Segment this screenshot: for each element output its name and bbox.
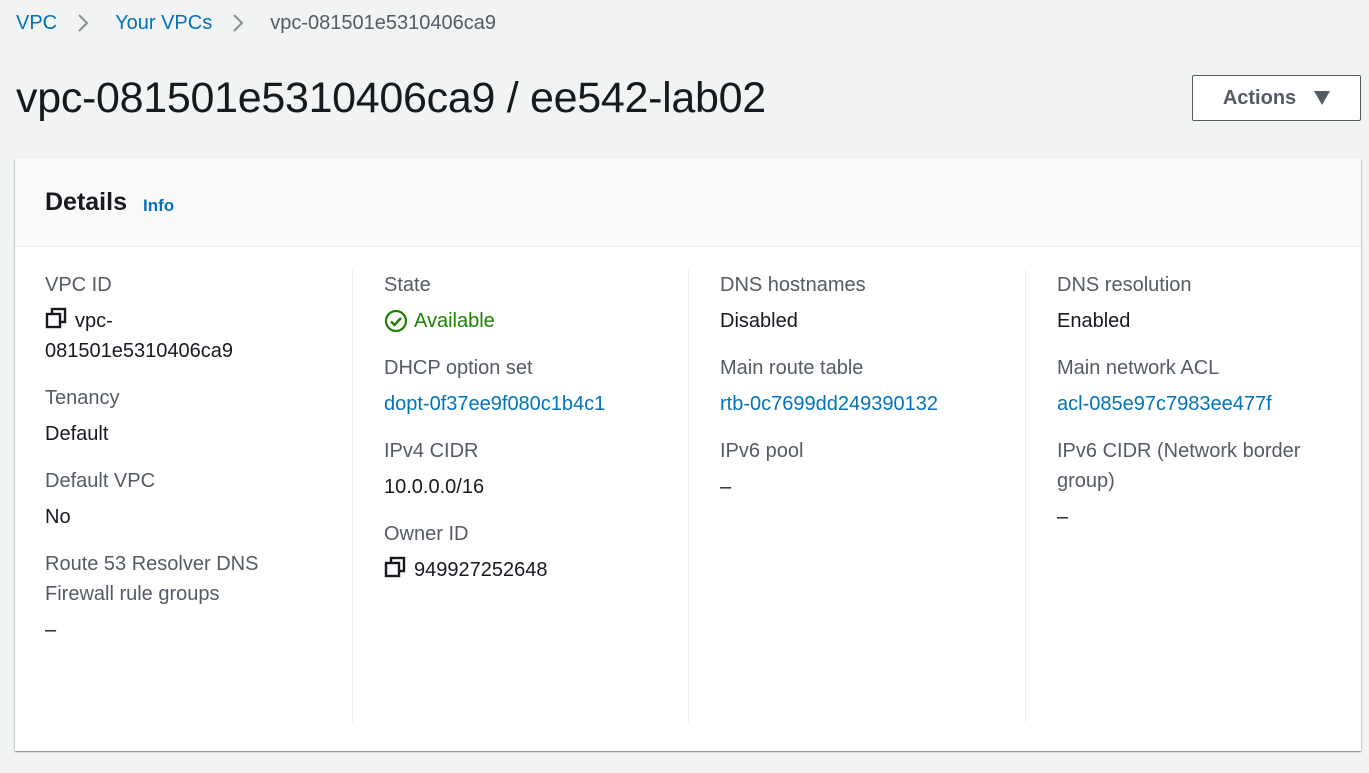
field-main-route-table: Main route table rtb-0c7699dd249390132	[720, 353, 1025, 419]
route53-value: –	[45, 619, 57, 641]
dns-resolution-value: Enabled	[1057, 310, 1131, 332]
field-label: VPC ID	[45, 274, 112, 296]
breadcrumb-link-your-vpcs[interactable]: Your VPCs	[115, 12, 212, 35]
field-ipv6-cidr: IPv6 CIDR (Network border group) –	[1057, 436, 1361, 532]
field-state: State Available	[384, 270, 688, 336]
field-main-network-acl: Main network ACL acl-085e97c7983ee477f	[1057, 353, 1361, 419]
owner-id-text: 949927252648	[414, 559, 548, 581]
field-label: DNS hostnames	[720, 274, 866, 296]
breadcrumb-link-vpc[interactable]: VPC	[16, 12, 57, 35]
copy-icon[interactable]	[384, 556, 406, 578]
field-label: DNS resolution	[1057, 274, 1192, 296]
field-dhcp: DHCP option set dopt-0f37ee9f080c1b4c1	[384, 353, 688, 419]
field-route53: Route 53 Resolver DNS Firewall rule grou…	[45, 549, 345, 645]
info-link[interactable]: Info	[143, 196, 174, 216]
dns-hostnames-value: Disabled	[720, 310, 798, 332]
field-label: Main network ACL	[1057, 357, 1220, 379]
breadcrumb-current: vpc-081501e5310406ca9	[270, 11, 496, 34]
copy-icon[interactable]	[45, 307, 67, 329]
check-circle-icon	[384, 309, 408, 333]
caret-down-icon	[1314, 91, 1331, 105]
field-label: IPv4 CIDR	[384, 440, 479, 462]
chevron-right-icon	[232, 13, 244, 33]
field-label: Main route table	[720, 357, 864, 379]
main-network-acl-link[interactable]: acl-085e97c7983ee477f	[1057, 389, 1361, 419]
field-default-vpc: Default VPC No	[45, 466, 345, 532]
details-columns: VPC ID vpc- 081501e5310406ca9 Tenancy De…	[15, 270, 1361, 722]
field-dns-hostnames: DNS hostnames Disabled	[720, 270, 1025, 336]
default-vpc-value: No	[45, 506, 71, 528]
field-owner-id: Owner ID 949927252648	[384, 519, 688, 585]
state-value: Available	[384, 306, 688, 336]
field-label: Default VPC	[45, 470, 156, 492]
details-title: Details	[45, 188, 127, 216]
field-label: IPv6 pool	[720, 440, 804, 462]
field-ipv6-pool: IPv6 pool –	[720, 436, 1025, 502]
vpc-id-value: vpc- 081501e5310406ca9	[45, 306, 285, 366]
ipv4-cidr-value: 10.0.0.0/16	[384, 476, 485, 498]
field-ipv4-cidr: IPv4 CIDR 10.0.0.0/16	[384, 436, 688, 502]
field-label: DHCP option set	[384, 357, 533, 379]
field-tenancy: Tenancy Default	[45, 383, 345, 449]
details-column-1: VPC ID vpc- 081501e5310406ca9 Tenancy De…	[45, 270, 345, 722]
chevron-right-icon	[77, 13, 89, 33]
state-text: Available	[414, 310, 495, 332]
tenancy-value: Default	[45, 423, 109, 445]
details-column-3: DNS hostnames Disabled Main route table …	[688, 270, 1025, 722]
details-column-4: DNS resolution Enabled Main network ACL …	[1025, 270, 1361, 722]
page-title: vpc-081501e5310406ca9 / ee542-lab02	[16, 74, 766, 122]
details-column-2: State Available DHCP option set dopt-0f3…	[352, 270, 688, 722]
field-dns-resolution: DNS resolution Enabled	[1057, 270, 1361, 336]
field-label: Owner ID	[384, 523, 469, 545]
details-panel: Details Info VPC ID vpc- 081501e5310406c…	[15, 159, 1361, 751]
actions-button[interactable]: Actions	[1192, 75, 1361, 121]
details-header: Details Info	[15, 159, 1361, 247]
dhcp-option-set-link[interactable]: dopt-0f37ee9f080c1b4c1	[384, 389, 688, 419]
main-route-table-link[interactable]: rtb-0c7699dd249390132	[720, 389, 1025, 419]
ipv6-pool-value: –	[720, 476, 732, 498]
vpc-id-part1: vpc-	[75, 310, 113, 332]
field-label: State	[384, 274, 431, 296]
vpc-id-part2: 081501e5310406ca9	[45, 340, 233, 362]
ipv6-cidr-value: –	[1057, 506, 1069, 528]
field-label: Tenancy	[45, 387, 120, 409]
owner-id-value: 949927252648	[384, 555, 688, 585]
actions-button-label: Actions	[1222, 86, 1297, 109]
field-vpc-id: VPC ID vpc- 081501e5310406ca9	[45, 270, 345, 366]
breadcrumb: VPC Your VPCs vpc-081501e5310406ca9	[16, 8, 496, 38]
field-label: IPv6 CIDR (Network border group)	[1057, 440, 1301, 492]
field-label: Route 53 Resolver DNS Firewall rule grou…	[45, 553, 259, 605]
